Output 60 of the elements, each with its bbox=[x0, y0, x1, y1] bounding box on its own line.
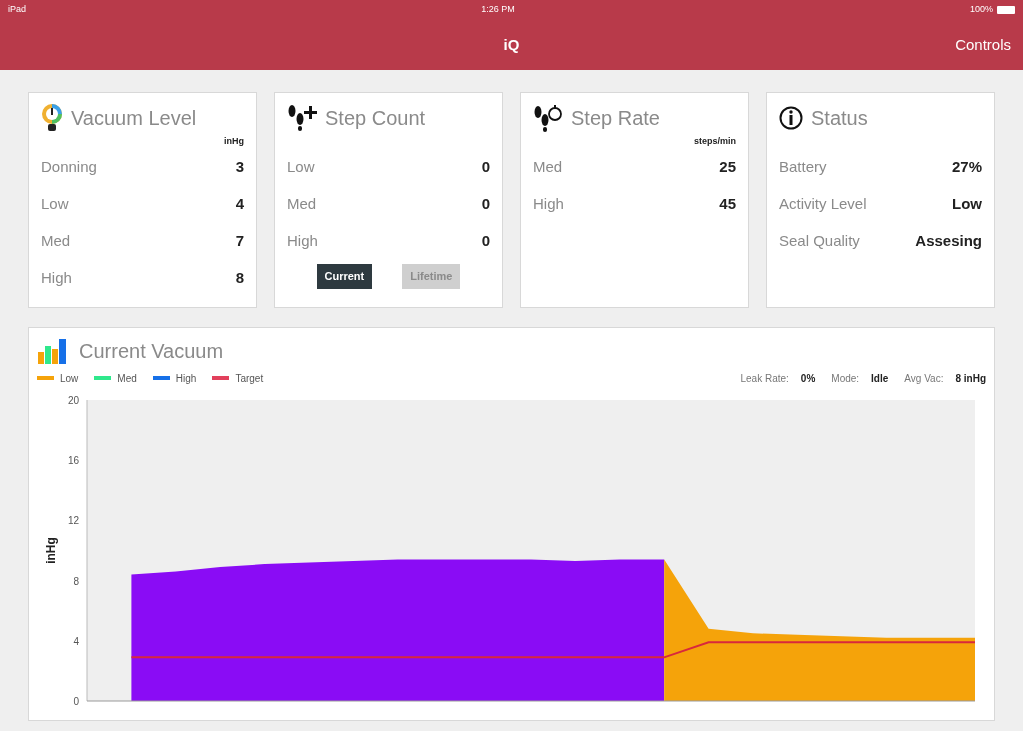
row-label: High bbox=[533, 194, 564, 215]
bar-chart-icon bbox=[37, 338, 67, 364]
row-value: Low bbox=[952, 194, 982, 215]
row-label: Med bbox=[41, 231, 71, 252]
chart-title: Current Vacuum bbox=[79, 339, 224, 364]
row-label: Med bbox=[287, 194, 317, 215]
footprints-plus-icon bbox=[287, 104, 317, 132]
card-title: Status bbox=[811, 106, 868, 131]
y-tick: 20 bbox=[67, 395, 79, 406]
stat-label: Leak Rate: bbox=[740, 371, 789, 386]
row-value: 7 bbox=[235, 231, 244, 252]
row-label: Battery bbox=[779, 157, 827, 178]
battery-text: 100% bbox=[969, 3, 993, 17]
row-label: Activity Level bbox=[779, 194, 867, 215]
row-value: 3 bbox=[235, 157, 244, 178]
y-tick: 12 bbox=[67, 515, 79, 527]
clock: 1:26 PM bbox=[481, 3, 515, 17]
row-value: 25 bbox=[719, 157, 736, 178]
row-value: Assesing bbox=[915, 231, 982, 252]
row-value: 27% bbox=[951, 157, 982, 178]
nav-title: iQ bbox=[503, 34, 520, 55]
row-value: 0 bbox=[481, 231, 490, 252]
row-value: 45 bbox=[719, 194, 736, 215]
row-label: High bbox=[41, 268, 72, 289]
battery-icon bbox=[997, 6, 1015, 14]
y-tick: 8 bbox=[73, 575, 79, 587]
row-label: High bbox=[287, 231, 318, 252]
row-value: 4 bbox=[235, 194, 244, 215]
info-icon bbox=[779, 106, 803, 130]
row-label: Low bbox=[41, 194, 69, 215]
unit-label: steps/min bbox=[694, 135, 736, 148]
row-value: 8 bbox=[235, 268, 244, 289]
y-axis-label: inHg bbox=[44, 537, 58, 564]
row-value: 0 bbox=[481, 157, 490, 178]
stat-label: Avg Vac: bbox=[904, 371, 944, 386]
unit-label: inHg bbox=[224, 135, 244, 148]
device-name: iPad bbox=[8, 3, 26, 17]
stat-value: Idle bbox=[871, 371, 889, 386]
legend-label: High bbox=[175, 371, 197, 386]
footprints-stopwatch-icon bbox=[533, 104, 563, 132]
row-label: Donning bbox=[41, 157, 97, 178]
stat-value: 0% bbox=[800, 371, 816, 386]
toggle-button[interactable]: Current bbox=[316, 264, 373, 289]
stat-label: Mode: bbox=[831, 371, 860, 386]
legend-label: Low bbox=[60, 371, 79, 386]
row-label: Seal Quality bbox=[779, 231, 860, 252]
row-label: Low bbox=[287, 157, 315, 178]
card-title: Step Count bbox=[325, 106, 426, 131]
legend-label: Med bbox=[117, 371, 137, 386]
y-tick: 4 bbox=[73, 635, 79, 647]
stat-value: 8 inHg bbox=[955, 371, 986, 386]
card-title: Step Rate bbox=[571, 106, 660, 131]
y-tick: 16 bbox=[67, 455, 79, 467]
gauge-icon bbox=[41, 104, 63, 132]
controls-button[interactable]: Controls bbox=[951, 33, 1011, 57]
card-title: Vacuum Level bbox=[71, 106, 197, 131]
row-label: Med bbox=[533, 157, 563, 178]
row-value: 0 bbox=[481, 194, 490, 215]
legend-label: Target bbox=[235, 371, 264, 386]
y-tick: 0 bbox=[73, 696, 79, 707]
